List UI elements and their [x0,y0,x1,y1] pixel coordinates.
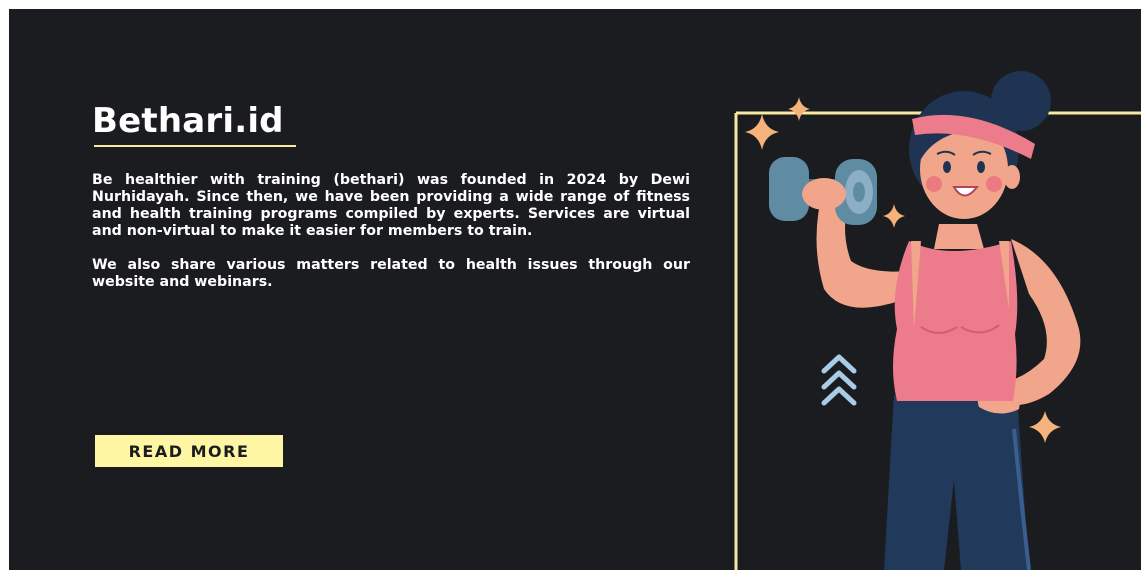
sparkle-icon [1029,411,1061,443]
sparkle-icon [883,204,905,228]
woman-figure [769,71,1081,570]
sparkle-icon [788,97,810,121]
sparkle-icon [745,114,779,150]
chevron-up-icon [821,354,857,406]
woman-lifting-dumbbell-illustration [734,71,1141,570]
hero-section: Bethari.id Be healthier with training (b… [9,9,1141,570]
